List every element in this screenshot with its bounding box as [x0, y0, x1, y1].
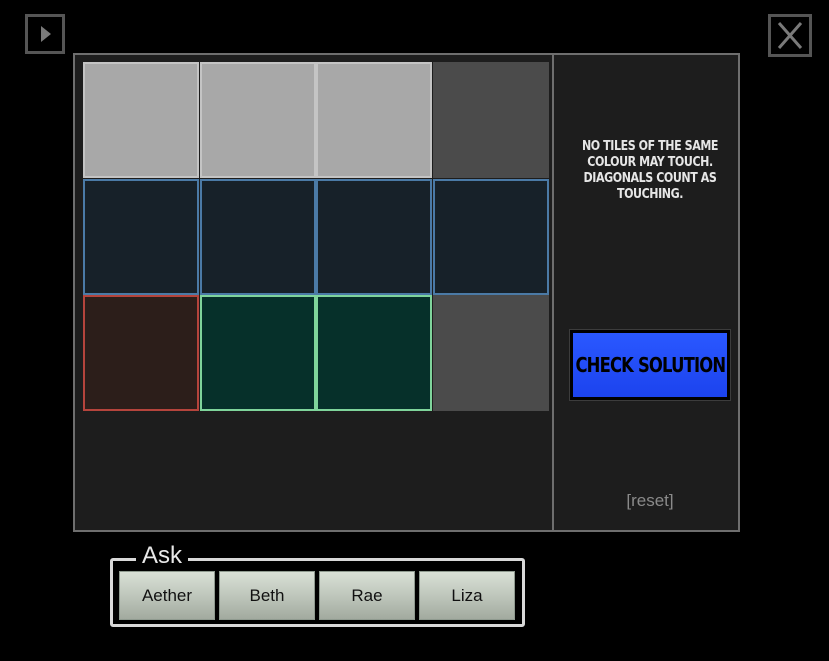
- tile-r2-c0-red[interactable]: [83, 295, 199, 411]
- play-triangle-icon: [41, 26, 51, 42]
- tile-r0-c1-light[interactable]: [200, 62, 316, 178]
- check-solution-label: Check Solution: [575, 353, 726, 377]
- check-solution-button[interactable]: Check Solution: [569, 329, 731, 401]
- tile-r1-c2-blue[interactable]: [316, 179, 432, 295]
- reset-link[interactable]: [reset]: [570, 491, 730, 511]
- ask-rae-button[interactable]: Rae: [319, 571, 415, 620]
- play-icon[interactable]: [25, 14, 65, 54]
- panel-divider: [552, 55, 554, 530]
- tile-r0-c0-light[interactable]: [83, 62, 199, 178]
- tile-r2-c3-dark[interactable]: [433, 295, 549, 411]
- ask-beth-button[interactable]: Beth: [219, 571, 315, 620]
- tile-r1-c0-blue[interactable]: [83, 179, 199, 295]
- puzzle-instructions: No tiles of the same colour may touch. D…: [581, 139, 719, 202]
- puzzle-panel: No tiles of the same colour may touch. D…: [73, 53, 740, 532]
- close-icon[interactable]: [768, 14, 812, 57]
- game-screen: No tiles of the same colour may touch. D…: [0, 0, 829, 661]
- tile-r0-c2-light[interactable]: [316, 62, 432, 178]
- close-x-icon: [777, 22, 803, 49]
- tile-r0-c3-dark[interactable]: [433, 62, 549, 178]
- tile-r1-c3-blue[interactable]: [433, 179, 549, 295]
- ask-liza-button[interactable]: Liza: [419, 571, 515, 620]
- tile-r2-c2-green[interactable]: [316, 295, 432, 411]
- tile-r2-c1-green[interactable]: [200, 295, 316, 411]
- tile-grid: [83, 62, 549, 412]
- ask-label: Ask: [136, 542, 189, 570]
- tile-r1-c1-blue[interactable]: [200, 179, 316, 295]
- ask-aether-button[interactable]: Aether: [119, 571, 215, 620]
